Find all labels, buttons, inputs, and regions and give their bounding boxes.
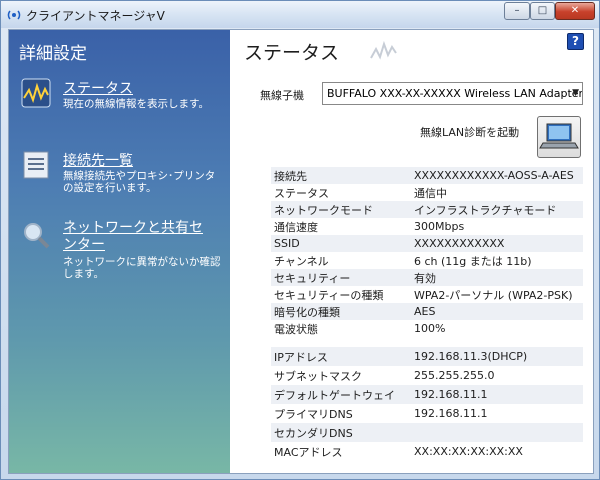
chevron-down-icon: ▼ [572,88,579,98]
diagnose-label: 無線LAN診断を起動 [420,126,520,139]
wireless-info-table: 接続先 XXXXXXXXXXXX-AOSS-A-AES ステータス 通信中 ネットワーク… [271,167,583,337]
info-key: サブネットマスク [271,366,411,385]
info-key: 電波状態 [271,320,411,337]
wireless-app-icon [7,10,21,20]
info-key: 接続先 [271,167,411,184]
table-row: 接続先 XXXXXXXXXXXX-AOSS-A-AES [271,167,583,184]
info-value: 有効 [411,269,583,286]
client-manager-window: クライアントマネージャV – □ ✕ 詳細設定 ステータス 現在の無線情報を表示… [0,0,600,480]
table-row: ステータス 通信中 [271,184,583,201]
info-value: 300Mbps [411,218,583,235]
table-row: MACアドレス XX:XX:XX:XX:XX:XX [271,442,583,461]
maximize-button[interactable]: □ [530,2,555,20]
table-row: チャンネル 6 ch (11g または 11b) [271,252,583,269]
info-key: ネットワークモード [271,201,411,218]
laptop-diagnose-icon [539,123,579,149]
sidebar-item-label[interactable]: ネットワークと共有センター [63,220,213,254]
page-title: ステータス [244,42,340,64]
info-value: WPA2-パーソナル (WPA2-PSK) [411,286,583,303]
table-row: SSID XXXXXXXXXXXX [271,235,583,252]
table-row: セキュリティー 有効 [271,269,583,286]
table-row: サブネットマスク 255.255.255.0 [271,366,583,385]
sidebar-item-desc: 無線接続先やプロキシ･プリンタの設定を行います。 [63,170,216,194]
adapter-label: 無線子機 [260,89,304,102]
info-value: 192.168.11.1 [411,404,583,423]
info-key: セキュリティー [271,269,411,286]
sidebar-item-label[interactable]: 接続先一覧 [63,150,133,170]
info-value: 192.168.11.1 [411,385,583,404]
info-value: XXXXXXXXXXXX [411,235,583,252]
client-area: 詳細設定 ステータス 現在の無線情報を表示します。 接続先一覧 無線接続先やプロ… [8,29,594,474]
ip-info-table: IPアドレス 192.168.11.3(DHCP) サブネットマスク 255.255.… [271,347,583,461]
info-value: 通信中 [411,184,583,201]
table-row: セキュリティーの種類 WPA2-パーソナル (WPA2-PSK) [271,286,583,303]
info-value: 192.168.11.3(DHCP) [411,347,583,366]
minimize-button[interactable]: – [504,2,530,20]
info-value: 255.255.255.0 [411,366,583,385]
adapter-select-value: BUFFALO XXX-XX-XXXXX Wireless LAN Adapte… [327,87,583,100]
table-row: 電波状態 100% [271,320,583,337]
info-value [411,423,583,442]
magnifier-icon [24,223,50,249]
close-button[interactable]: ✕ [555,2,595,20]
info-key: ステータス [271,184,411,201]
diagnose-button[interactable] [537,116,581,158]
sidebar-title: 詳細設定 [19,44,87,64]
info-key: 暗号化の種類 [271,303,411,320]
signal-wave-icon [370,40,397,60]
table-row: デフォルトゲートウェイ 192.168.11.1 [271,385,583,404]
info-key: チャンネル [271,252,411,269]
info-key: MACアドレス [271,442,411,461]
info-value: XX:XX:XX:XX:XX:XX [411,442,583,461]
info-key: セキュリティーの種類 [271,286,411,303]
table-row: ネットワークモード インフラストラクチャモード [271,201,583,218]
info-key: セカンダリDNS [271,423,411,442]
info-key: デフォルトゲートウェイ [271,385,411,404]
sidebar: 詳細設定 ステータス 現在の無線情報を表示します。 接続先一覧 無線接続先やプロ… [9,30,230,473]
table-row: 暗号化の種類 AES [271,303,583,320]
adapter-select[interactable]: BUFFALO XXX-XX-XXXXX Wireless LAN Adapte… [322,82,583,105]
info-value: AES [411,303,583,320]
table-row: セカンダリDNS [271,423,583,442]
list-document-icon [23,151,49,179]
info-value: 6 ch (11g または 11b) [411,252,583,269]
sidebar-item-desc: ネットワークに異常がないか確認します。 [63,256,221,280]
window-title: クライアントマネージャV [26,9,165,23]
title-bar[interactable]: クライアントマネージャV – □ ✕ [1,1,599,28]
status-wave-icon [21,78,51,108]
sidebar-item-label[interactable]: ステータス [63,78,133,98]
info-value: インフラストラクチャモード [411,201,583,218]
table-row: プライマリDNS 192.168.11.1 [271,404,583,423]
info-value: XXXXXXXXXXXX-AOSS-A-AES [411,167,583,184]
info-key: プライマリDNS [271,404,411,423]
info-key: 通信速度 [271,218,411,235]
table-row: 通信速度 300Mbps [271,218,583,235]
main-panel: ステータス ? 無線子機 BUFFALO XXX-XX-XXXXX Wirele… [230,30,593,473]
sidebar-item-desc: 現在の無線情報を表示します。 [63,98,209,110]
table-row: IPアドレス 192.168.11.3(DHCP) [271,347,583,366]
info-value: 100% [411,320,583,337]
info-key: IPアドレス [271,347,411,366]
info-key: SSID [271,235,411,252]
help-icon[interactable]: ? [567,33,584,50]
